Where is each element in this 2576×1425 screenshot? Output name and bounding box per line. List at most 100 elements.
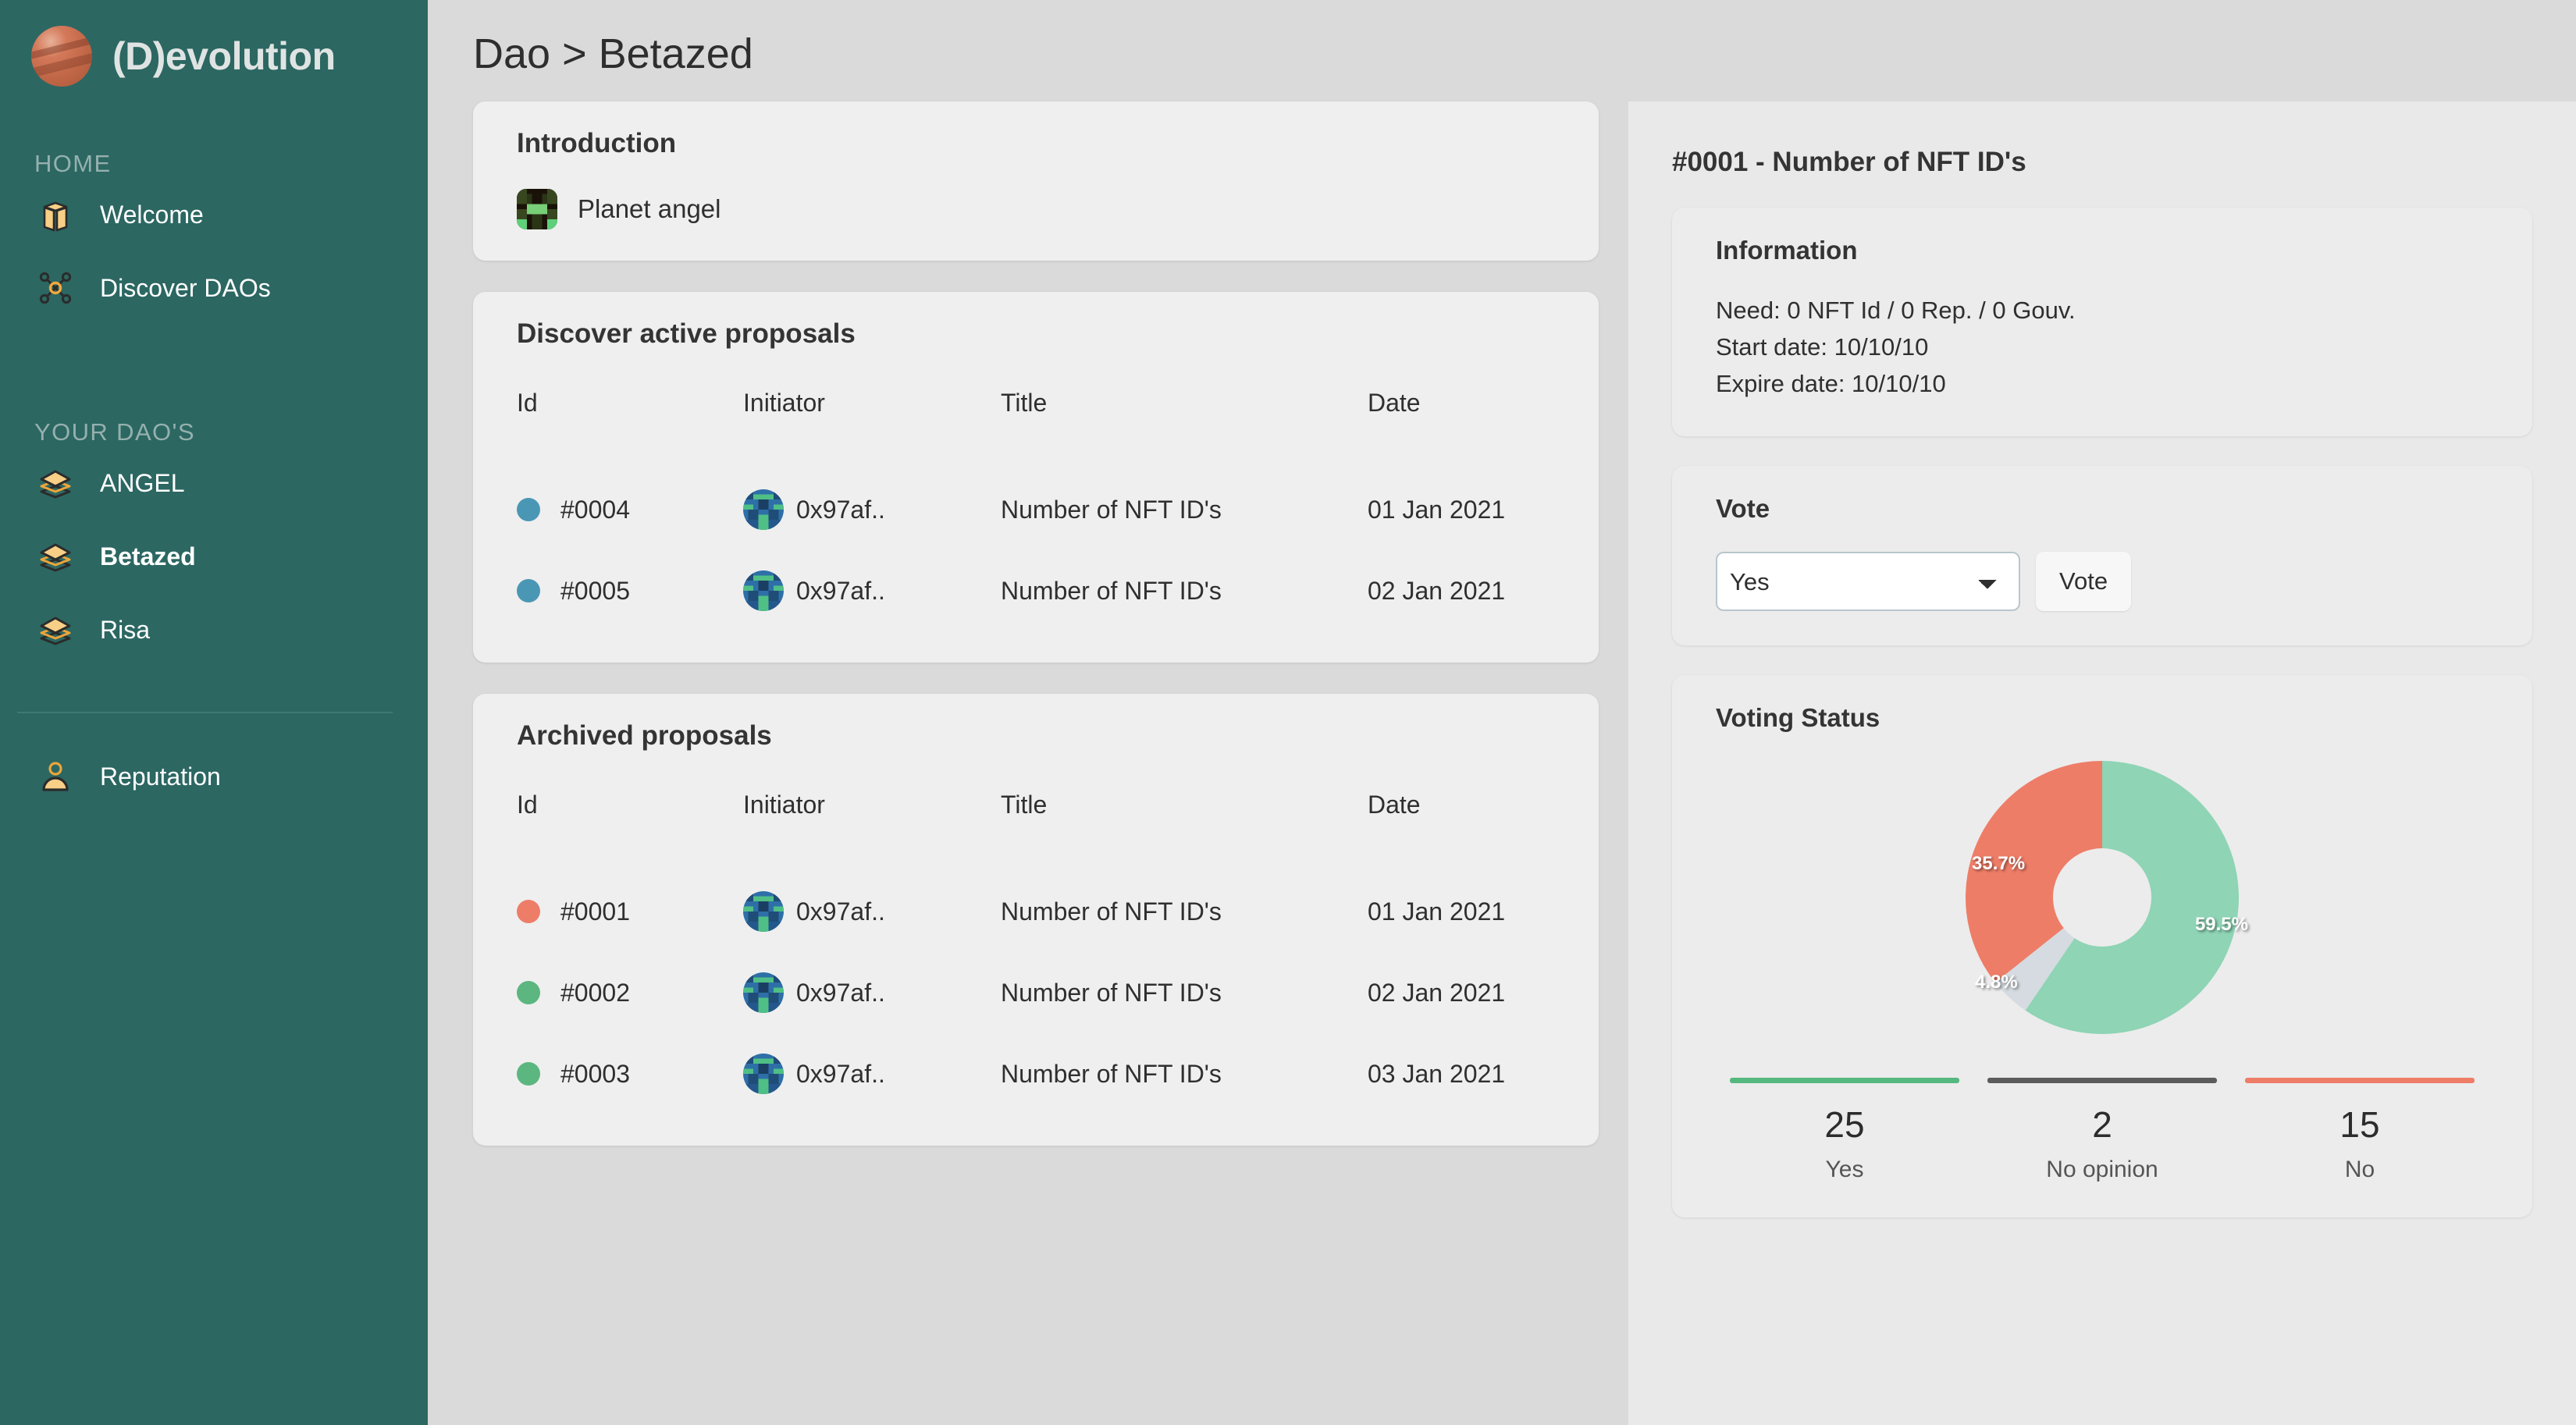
identicon-avatar (743, 489, 784, 530)
brand-title: (D)evolution (112, 34, 336, 78)
archived-proposals-table: Id Initiator Title Date #0001 0x97af.. N… (517, 791, 1555, 1114)
sidebar-item-label: Welcome (100, 200, 204, 229)
table-row[interactable]: #0004 0x97af.. Number of NFT ID's 01 Jan… (517, 469, 1555, 550)
proposal-id: #0001 (560, 897, 630, 926)
archived-proposals-card: Archived proposals Id Initiator Title Da… (473, 694, 1599, 1146)
identicon-avatar (743, 972, 784, 1013)
proposal-id: #0004 (560, 495, 630, 524)
sidebar-item-risa[interactable]: Risa (0, 593, 428, 666)
status-badge (517, 900, 540, 923)
tally-label-no: No (2344, 1157, 2375, 1183)
table-row[interactable]: #0005 0x97af.. Number of NFT ID's 02 Jan… (517, 550, 1555, 631)
column-header-date: Date (1368, 389, 1421, 417)
main-content: Dao > Betazed Introduction Planet angel … (428, 0, 2576, 1425)
proposal-title: Number of NFT ID's (1001, 576, 1222, 605)
identicon-avatar (743, 570, 784, 611)
voting-status-title: Voting Status (1716, 703, 1880, 733)
sidebar-item-angel[interactable]: ANGEL (0, 446, 428, 520)
introduction-card: Introduction Planet angel (473, 101, 1599, 261)
right-column: #0001 - Number of NFT ID's Information N… (1628, 101, 2576, 1425)
sidebar-section-home: HOME (34, 150, 112, 177)
sidebar-item-label: Betazed (100, 542, 196, 570)
information-card: Information Need: 0 NFT Id / 0 Rep. / 0 … (1672, 208, 2532, 437)
table-row[interactable]: #0003 0x97af.. Number of NFT ID's 03 Jan… (517, 1033, 1555, 1114)
proposal-title: Number of NFT ID's (1001, 495, 1222, 524)
proposal-id: #0003 (560, 1059, 630, 1088)
table-header-row: Id Initiator Title Date (517, 389, 1555, 469)
identicon-avatar (517, 189, 557, 229)
table-row[interactable]: #0002 0x97af.. Number of NFT ID's 02 Jan… (517, 952, 1555, 1033)
information-lines: Need: 0 NFT Id / 0 Rep. / 0 Gouv. Start … (1716, 292, 2489, 402)
proposal-detail-panel: #0001 - Number of NFT ID's Information N… (1628, 101, 2576, 1425)
donut-label-no: 35.7% (1972, 853, 2026, 875)
sidebar-section-your-daos: YOUR DAO'S (34, 418, 195, 446)
vote-button[interactable]: Vote (2036, 552, 2132, 612)
proposal-initiator: 0x97af.. (796, 576, 885, 605)
network-nodes-icon (34, 267, 76, 309)
archived-proposals-title: Archived proposals (517, 720, 772, 751)
donut-label-yes: 59.5% (2194, 914, 2248, 936)
content-columns: Introduction Planet angel Discover activ… (428, 78, 2576, 1425)
donut-label-no-opinion: 4.8% (1975, 972, 2018, 993)
layers-icon (34, 535, 76, 577)
sidebar-divider (17, 712, 393, 713)
vote-title: Vote (1716, 494, 1770, 524)
tally-yes: 25 Yes (1716, 1078, 1973, 1183)
information-need: Need: 0 NFT Id / 0 Rep. / 0 Gouv. (1716, 297, 2076, 324)
voting-status-card: Voting Status 59.5% 4.8% 35.7% 25 Yes 2 … (1672, 675, 2532, 1218)
table-header-row: Id Initiator Title Date (517, 791, 1555, 871)
column-header-title: Title (1001, 791, 1048, 819)
identicon-avatar (743, 891, 784, 932)
tally-count-yes: 25 (1824, 1104, 1865, 1146)
sidebar-item-betazed[interactable]: Betazed (0, 520, 428, 593)
status-badge (517, 981, 540, 1004)
active-proposals-card: Discover active proposals Id Initiator T… (473, 292, 1599, 663)
information-start-date: Start date: 10/10/10 (1716, 333, 1929, 361)
column-header-initiator: Initiator (743, 791, 825, 819)
vote-tally: 25 Yes 2 No opinion 15 No (1716, 1078, 2489, 1183)
vote-controls: Yes No No opinion Vote (1716, 552, 2489, 612)
proposal-id: #0005 (560, 576, 630, 605)
active-proposals-table: Id Initiator Title Date #0004 0x97af.. N… (517, 389, 1555, 631)
tally-count-no: 15 (2339, 1104, 2380, 1146)
vote-select[interactable]: Yes No No opinion (1716, 552, 2020, 612)
tally-label-no-opinion: No opinion (2046, 1157, 2158, 1183)
proposal-initiator: 0x97af.. (796, 495, 885, 524)
proposal-id: #0002 (560, 978, 630, 1007)
introduction-title: Introduction (517, 128, 677, 158)
sidebar-item-reputation[interactable]: Reputation (0, 740, 428, 813)
app-root: (D)evolution HOME Welcome Discover DAOs … (0, 0, 2576, 1425)
proposal-detail-title: #0001 - Number of NFT ID's (1672, 147, 2026, 177)
introduction-member-name: Planet angel (578, 194, 721, 223)
table-row[interactable]: #0001 0x97af.. Number of NFT ID's 01 Jan… (517, 871, 1555, 952)
sidebar-item-label: Risa (100, 615, 151, 644)
layers-icon (34, 609, 76, 651)
tally-label-yes: Yes (1825, 1157, 1864, 1183)
proposal-title: Number of NFT ID's (1001, 978, 1222, 1007)
proposal-date: 02 Jan 2021 (1368, 576, 1506, 605)
proposal-title: Number of NFT ID's (1001, 897, 1222, 926)
tally-no: 15 No (2231, 1078, 2489, 1183)
donut-chart: 59.5% 4.8% 35.7% (1966, 761, 2248, 1035)
column-header-title: Title (1001, 389, 1048, 417)
open-book-icon (34, 194, 76, 236)
information-expire-date: Expire date: 10/10/10 (1716, 370, 1946, 398)
column-header-initiator: Initiator (743, 389, 825, 417)
column-header-date: Date (1368, 791, 1421, 819)
sidebar-item-welcome[interactable]: Welcome (0, 178, 428, 251)
proposal-date: 02 Jan 2021 (1368, 978, 1506, 1007)
status-badge (517, 579, 540, 602)
status-badge (517, 498, 540, 521)
left-column: Introduction Planet angel Discover activ… (428, 101, 1599, 1425)
proposal-date: 03 Jan 2021 (1368, 1059, 1506, 1088)
planet-icon (31, 26, 92, 87)
brand[interactable]: (D)evolution (0, 0, 428, 92)
person-icon (34, 755, 76, 798)
tally-bar-yes (1730, 1078, 1959, 1084)
active-proposals-title: Discover active proposals (517, 318, 856, 349)
sidebar-item-label: Reputation (100, 762, 221, 791)
column-header-id: Id (517, 389, 538, 417)
layers-icon (34, 462, 76, 504)
sidebar-item-discover-daos[interactable]: Discover DAOs (0, 251, 428, 325)
proposal-initiator: 0x97af.. (796, 897, 885, 926)
